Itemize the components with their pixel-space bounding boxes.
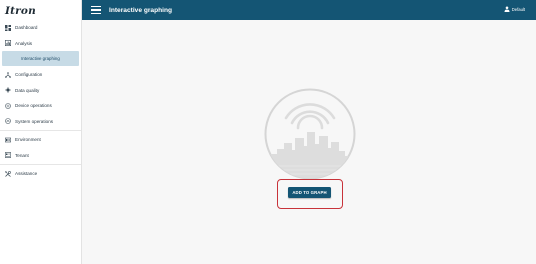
sidebar-item-data-quality[interactable]: Data quality: [0, 83, 81, 99]
top-app-bar: Interactive graphing Default: [82, 0, 536, 20]
sidebar-item-label: Environment: [15, 137, 41, 143]
sidebar-item-label: Interactive graphing: [21, 56, 60, 61]
sidebar-item-assistance[interactable]: Assistance: [0, 166, 81, 182]
empty-state-city-illustration: [264, 88, 356, 180]
user-name: Default: [511, 6, 525, 12]
assistance-icon: [5, 170, 11, 177]
sidebar-item-label: Data quality: [15, 87, 40, 93]
main-content: ADD TO GRAPH: [82, 20, 536, 264]
configuration-icon: [5, 71, 11, 78]
analysis-icon: [5, 40, 11, 47]
user-menu[interactable]: Default: [504, 6, 525, 12]
sidebar-item-label: Configuration: [15, 72, 43, 78]
itron-logo: Itron: [5, 3, 36, 19]
sidebar-item-dashboard[interactable]: Dashboard: [0, 20, 81, 36]
sidebar-item-analysis[interactable]: Analysis: [0, 36, 81, 52]
sidebar-item-label: Device operations: [15, 103, 52, 109]
sidebar: Itron Dashboard Analysis Interactive gra…: [0, 0, 82, 264]
sidebar-item-configuration[interactable]: Configuration: [0, 67, 81, 83]
sidebar-item-system-operations[interactable]: System operations: [0, 114, 81, 130]
sidebar-item-label: System operations: [15, 118, 54, 124]
sidebar-item-label: Assistance: [15, 171, 38, 177]
hamburger-menu-icon[interactable]: [91, 6, 101, 14]
environment-icon: [5, 137, 11, 143]
sidebar-divider: [0, 130, 81, 131]
sidebar-item-label: Analysis: [15, 40, 33, 46]
sidebar-item-environment[interactable]: Environment: [0, 132, 81, 148]
page-title: Interactive graphing: [109, 6, 173, 14]
sidebar-item-interactive-graphing[interactable]: Interactive graphing: [2, 51, 79, 66]
sidebar-item-device-operations[interactable]: Device operations: [0, 98, 81, 114]
device-operations-icon: [5, 102, 11, 109]
sidebar-item-tenant[interactable]: Tenant: [0, 148, 81, 164]
logo-text: Itron: [5, 5, 36, 17]
data-quality-icon: [5, 87, 11, 93]
user-icon: [504, 6, 510, 12]
sidebar-item-label: Dashboard: [15, 25, 38, 31]
sidebar-divider: [0, 164, 81, 165]
system-operations-icon: [5, 118, 11, 125]
sidebar-nav: Dashboard Analysis Interactive graphing …: [0, 20, 81, 182]
add-to-graph-button[interactable]: ADD TO GRAPH: [288, 187, 331, 198]
dashboard-icon: [5, 24, 11, 31]
sidebar-item-label: Tenant: [15, 152, 29, 158]
tenant-icon: [5, 152, 11, 159]
